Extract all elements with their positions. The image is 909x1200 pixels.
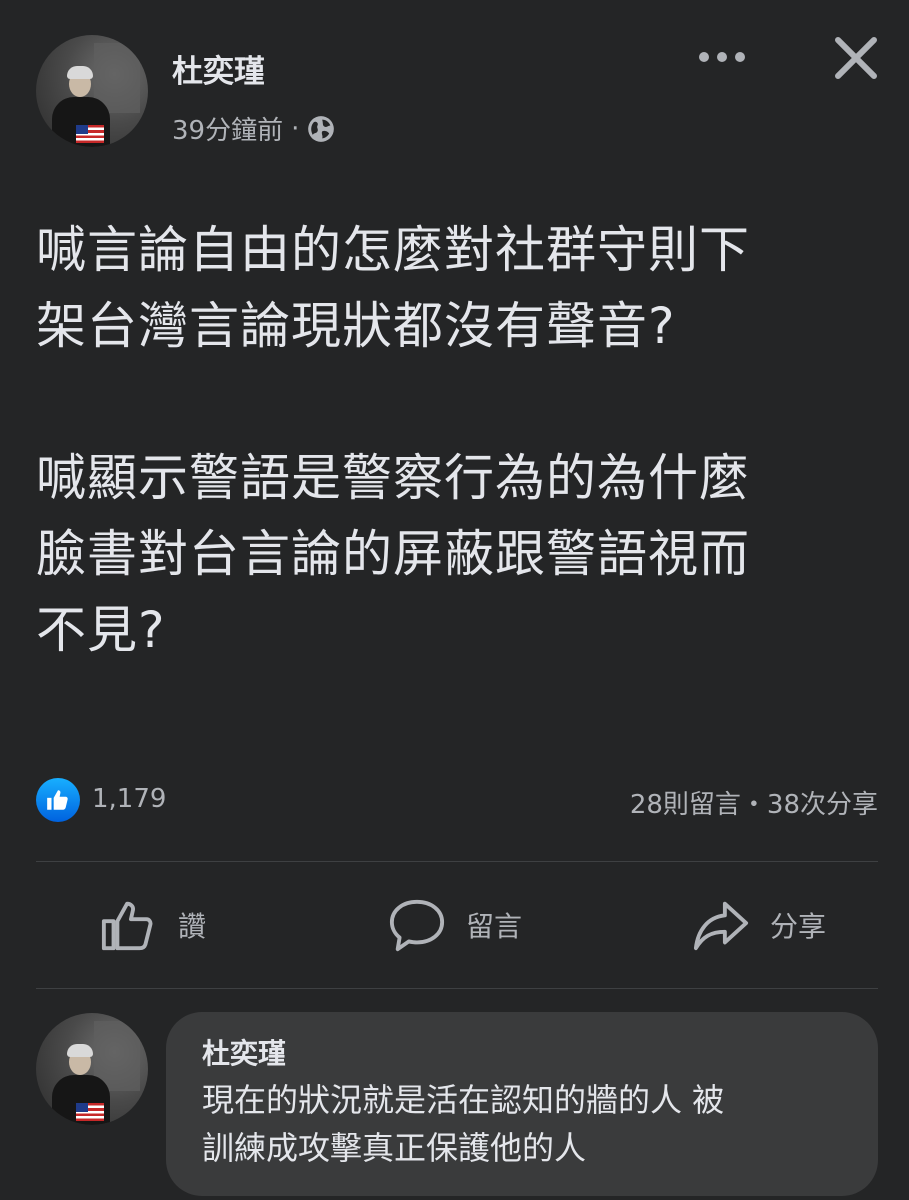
- post-body-text: 喊言論自由的怎麼對社群守則下 架台灣言論現狀都沒有聲音? 喊顯示警語是警察行為的…: [36, 221, 750, 659]
- like-reaction-icon[interactable]: [36, 778, 80, 822]
- like-button[interactable]: 讚: [100, 896, 206, 954]
- comments-shares-count[interactable]: 28則留言・38次分享: [630, 784, 878, 821]
- comment-author-name[interactable]: 杜奕瑾: [202, 1032, 286, 1072]
- comment-text: 現在的狀況就是活在認知的牆的人 被 訓練成攻擊真正保護他的人: [202, 1081, 725, 1167]
- reactions-count[interactable]: 1,179: [92, 784, 166, 814]
- share-button-label: 分享: [770, 910, 827, 943]
- share-button[interactable]: 分享: [692, 896, 826, 954]
- comment-button[interactable]: 留言: [388, 896, 522, 954]
- comment-button-label: 留言: [466, 910, 523, 943]
- commenter-avatar[interactable]: [36, 1013, 148, 1125]
- share-arrow-icon: [693, 901, 749, 951]
- close-icon[interactable]: [834, 36, 878, 80]
- comment-bubble[interactable]: 杜奕瑾 現在的狀況就是活在認知的牆的人 被 訓練成攻擊真正保護他的人: [166, 1012, 878, 1196]
- us-flag-icon: [76, 1103, 104, 1121]
- speech-bubble-icon: [389, 899, 445, 952]
- divider: [36, 988, 878, 989]
- thumbs-up-icon: [101, 901, 153, 951]
- post-meta: 39分鐘前 ·: [172, 110, 335, 147]
- divider: [36, 861, 878, 862]
- author-avatar[interactable]: [36, 35, 148, 147]
- post-author-name[interactable]: 杜奕瑾: [172, 46, 265, 91]
- post-timestamp[interactable]: 39分鐘前: [172, 110, 283, 147]
- us-flag-icon: [76, 125, 104, 143]
- like-button-label: 讚: [178, 910, 207, 943]
- meta-separator: ·: [291, 113, 300, 144]
- globe-icon: [308, 115, 335, 142]
- more-options-icon[interactable]: [698, 50, 746, 64]
